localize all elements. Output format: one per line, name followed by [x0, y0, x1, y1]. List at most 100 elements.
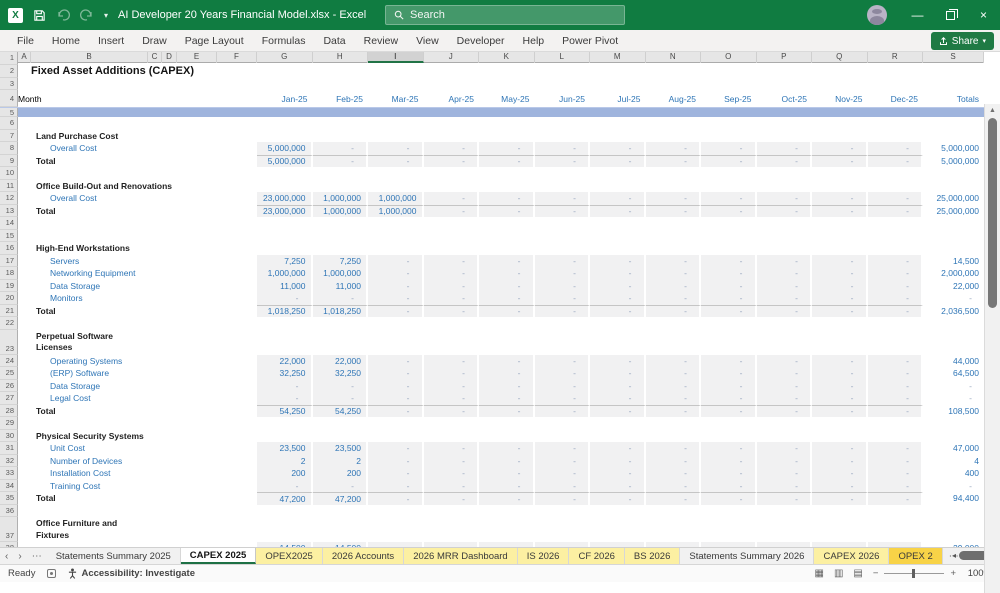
row-label[interactable]: Total: [18, 405, 257, 418]
cell-month-2[interactable]: -: [368, 279, 424, 292]
cell-month-8[interactable]: -: [701, 254, 757, 267]
cell-month-8[interactable]: -: [701, 354, 757, 367]
sheet-tab-2026-mrr-dashboard[interactable]: 2026 MRR Dashboard: [404, 548, 518, 564]
menu-tab-insert[interactable]: Insert: [89, 30, 133, 52]
cell-month-2[interactable]: -: [368, 492, 424, 505]
cell[interactable]: [257, 65, 984, 78]
menu-tab-power-pivot[interactable]: Power Pivot: [553, 30, 627, 52]
cell-month-7[interactable]: -: [645, 479, 701, 492]
cell-total[interactable]: 44,000: [923, 355, 984, 368]
cell-total[interactable]: 94,400: [923, 492, 984, 505]
cell[interactable]: [257, 430, 984, 443]
cell-month-2[interactable]: -: [368, 442, 424, 455]
cell-month-8[interactable]: -: [701, 367, 757, 380]
sheet-tab-2026-accounts[interactable]: 2026 Accounts: [322, 548, 405, 564]
vertical-scroll-thumb[interactable]: [988, 118, 997, 308]
cell-month-8[interactable]: -: [701, 204, 757, 217]
cell-month-6[interactable]: -: [590, 292, 646, 305]
row-header-12[interactable]: 12: [0, 192, 18, 205]
cell-month-0[interactable]: 11,000: [257, 279, 313, 292]
page-break-view-icon[interactable]: ▤: [853, 568, 862, 579]
cell-month-5[interactable]: -: [534, 254, 590, 267]
row-header-4[interactable]: 4: [0, 90, 18, 107]
cell-month-1[interactable]: -: [312, 479, 368, 492]
page-layout-view-icon[interactable]: ▥: [834, 568, 843, 579]
zoom-out-icon[interactable]: −: [873, 568, 879, 579]
menu-tab-draw[interactable]: Draw: [133, 30, 176, 52]
cell-total[interactable]: 25,000,000: [923, 205, 984, 218]
cell-month-3[interactable]: -: [423, 142, 479, 155]
share-button[interactable]: Share ▾: [930, 32, 994, 50]
menu-tab-view[interactable]: View: [407, 30, 448, 52]
cell-month-3[interactable]: -: [423, 492, 479, 505]
cell-month-11[interactable]: -: [867, 354, 923, 367]
row-header-34[interactable]: 34: [0, 479, 18, 492]
row-label[interactable]: Networking Equipment: [18, 267, 257, 280]
header-month-2[interactable]: Mar-25: [368, 90, 424, 107]
menu-tab-file[interactable]: File: [8, 30, 43, 52]
cell-month-3[interactable]: -: [423, 267, 479, 280]
cell-month-3[interactable]: -: [423, 442, 479, 455]
cell-month-1[interactable]: -: [312, 292, 368, 305]
sheet-tab-capex-2025[interactable]: CAPEX 2025: [180, 548, 257, 564]
cell-month-2[interactable]: -: [368, 467, 424, 480]
scroll-up-icon[interactable]: ▲: [985, 104, 1000, 116]
cell-total[interactable]: 47,000: [923, 442, 984, 455]
cell-month-8[interactable]: -: [701, 267, 757, 280]
cell-month-9[interactable]: -: [756, 192, 812, 205]
cell[interactable]: [18, 417, 984, 430]
cell-month-0[interactable]: 200: [257, 467, 313, 480]
cell-month-4[interactable]: -: [479, 204, 535, 217]
cell-month-10[interactable]: -: [812, 467, 868, 480]
cell-month-0[interactable]: 23,000,000: [257, 204, 313, 217]
cell-month-1[interactable]: 23,500: [312, 442, 368, 455]
cell-month-2[interactable]: -: [368, 292, 424, 305]
menu-tab-home[interactable]: Home: [43, 30, 89, 52]
cell-month-0[interactable]: -: [257, 292, 313, 305]
row-header-19[interactable]: 19: [0, 279, 18, 292]
cell-total[interactable]: 5,000,000: [923, 155, 984, 168]
minimize-button[interactable]: —: [901, 0, 934, 30]
cell-month-10[interactable]: -: [812, 254, 868, 267]
header-month-9[interactable]: Oct-25: [757, 90, 813, 107]
cell-month-6[interactable]: -: [590, 492, 646, 505]
cell-month-6[interactable]: -: [590, 279, 646, 292]
cell-month-6[interactable]: -: [590, 192, 646, 205]
cell-month-9[interactable]: -: [756, 142, 812, 155]
cell-month-10[interactable]: -: [812, 454, 868, 467]
cell-month-9[interactable]: -: [756, 304, 812, 317]
cell-month-8[interactable]: -: [701, 192, 757, 205]
cell-month-8[interactable]: -: [701, 292, 757, 305]
cell-month-3[interactable]: -: [423, 467, 479, 480]
cell-month-9[interactable]: -: [756, 454, 812, 467]
row-header-15[interactable]: 15: [0, 229, 18, 242]
cell-month-11[interactable]: -: [867, 367, 923, 380]
cell-month-11[interactable]: -: [867, 454, 923, 467]
header-month-5[interactable]: Jun-25: [535, 90, 591, 107]
cell-month-1[interactable]: 1,000,000: [312, 192, 368, 205]
cell-month-3[interactable]: -: [423, 479, 479, 492]
menu-tab-developer[interactable]: Developer: [448, 30, 514, 52]
cell[interactable]: [18, 52, 984, 65]
cell-total[interactable]: 108,500: [923, 405, 984, 418]
row-header-2[interactable]: 2: [0, 64, 18, 78]
header-month-8[interactable]: Sep-25: [701, 90, 757, 107]
cell-month-10[interactable]: -: [812, 292, 868, 305]
row-label[interactable]: Data Storage: [18, 280, 257, 293]
cell-month-0[interactable]: -: [257, 379, 313, 392]
cell-month-10[interactable]: -: [812, 379, 868, 392]
header-month-6[interactable]: Jul-25: [590, 90, 646, 107]
sheet-tab-opex2025[interactable]: OPEX2025: [256, 548, 323, 564]
cell-month-10[interactable]: -: [812, 479, 868, 492]
cell-month-1[interactable]: 200: [312, 467, 368, 480]
header-month-0[interactable]: Jan-25: [257, 90, 313, 107]
cell-total[interactable]: 14,500: [923, 255, 984, 268]
row-label[interactable]: Unit Cost: [18, 442, 257, 455]
cell-month-1[interactable]: 2: [312, 454, 368, 467]
cell-month-10[interactable]: -: [812, 192, 868, 205]
row-label[interactable]: Total: [18, 155, 257, 168]
cell-month-4[interactable]: -: [479, 404, 535, 417]
cell-month-9[interactable]: -: [756, 492, 812, 505]
cell-month-11[interactable]: -: [867, 442, 923, 455]
cell-month-9[interactable]: -: [756, 254, 812, 267]
